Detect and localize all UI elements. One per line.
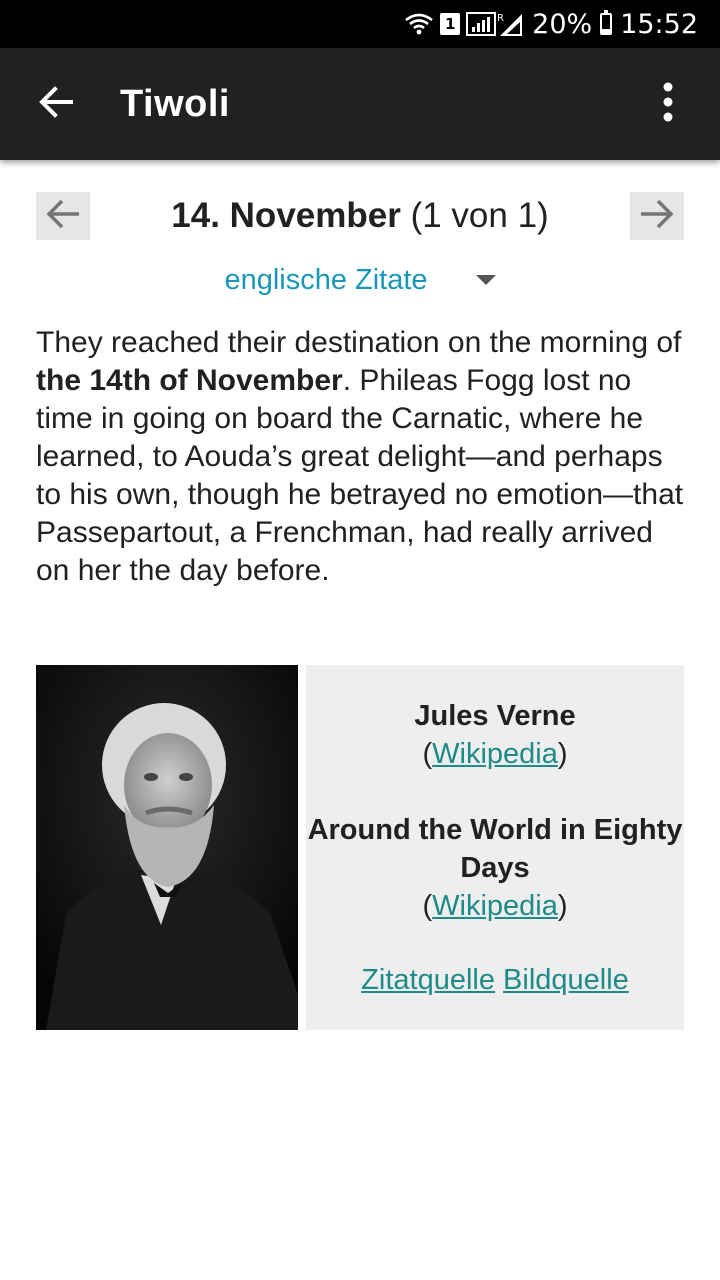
paren-close: ) [557,890,568,922]
clock: 15:52 [620,8,698,40]
work-title: Around the World in Eighty Days [307,814,683,884]
battery-icon [600,10,613,35]
work-wiki-line: (Wikipedia) [306,887,684,925]
author-name: Jules Verne [414,700,576,732]
quote-text-start: They reached their destination on the mo… [36,326,682,359]
overflow-menu-button[interactable] [640,76,696,132]
wifi-icon [404,12,434,36]
category-dropdown[interactable]: englische Zitate [36,260,684,300]
attribution-box: Jules Verne (Wikipedia) Around the World… [306,665,684,1030]
author-wiki-line: (Wikipedia) [306,735,684,773]
next-day-button[interactable] [630,192,684,240]
paren-close: ) [557,738,568,770]
attribution-section: Jules Verne (Wikipedia) Around the World… [36,665,684,1030]
work-wikipedia-link[interactable]: Wikipedia [432,890,558,922]
author-wikipedia-link[interactable]: Wikipedia [432,738,558,770]
source-links: Zitatquelle Bildquelle [306,961,684,999]
date-heading: 14. November (1 von 1) [36,196,684,236]
app-bar: Tiwoli [0,48,720,160]
author-portrait[interactable] [36,665,298,1030]
quote-text: They reached their destination on the mo… [36,324,684,590]
signal-icon: R [466,10,524,38]
more-vert-icon [662,82,674,127]
image-source-link[interactable]: Bildquelle [503,964,629,996]
result-counter: (1 von 1) [410,196,549,235]
dropdown-caret-icon [475,275,496,285]
back-button[interactable] [28,76,84,132]
date-navigation: 14. November (1 von 1) [36,160,684,260]
arrow-left-icon [38,84,74,125]
date-label: 14. November [171,196,401,235]
paren-open: ( [422,738,433,770]
battery-percent: 20% [532,8,593,40]
paren-open: ( [422,890,433,922]
status-bar: 1 R 20% 15:52 [0,0,720,48]
main-content: 14. November (1 von 1) englische Zitate … [36,160,684,1030]
app-title: Tiwoli [120,82,230,125]
quote-source-link[interactable]: Zitatquelle [361,964,495,996]
quote-highlight: the 14th of November [36,364,343,397]
category-selected: englische Zitate [224,263,428,296]
sim-slot-badge: 1 [440,13,461,35]
quote-text-end: . Phileas Fogg lost no time in going on … [36,364,684,587]
svg-text:R: R [497,13,504,24]
arrow-right-icon [638,197,676,236]
